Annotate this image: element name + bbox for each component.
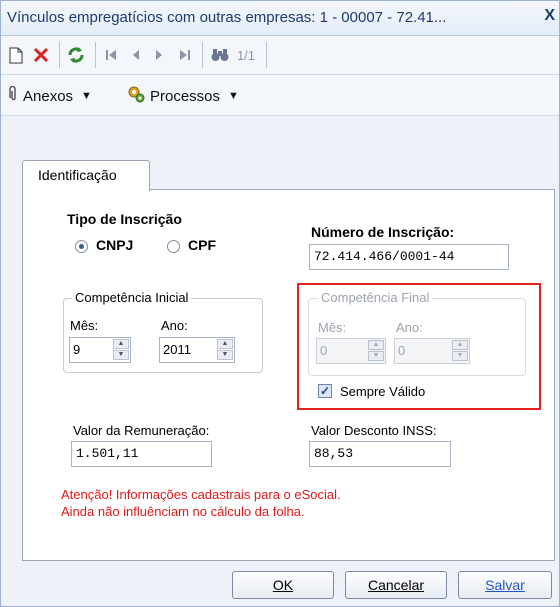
save-button[interactable]: Salvar	[458, 571, 552, 599]
esocial-warning: Atenção! Informações cadastrais para o e…	[61, 486, 341, 520]
close-button[interactable]: X	[544, 7, 555, 25]
warning-line-2: Ainda não influênciam no cálculo da folh…	[61, 504, 305, 519]
tipo-inscricao-title: Tipo de Inscrição	[67, 211, 182, 227]
previous-record-icon[interactable]	[128, 44, 144, 66]
processos-label: Processos	[150, 87, 221, 105]
record-toolbar: 1/1	[1, 36, 559, 75]
valor-desconto-inss-label: Valor Desconto INSS:	[311, 423, 437, 438]
numero-inscricao-field[interactable]: 72.414.466/0001-44	[309, 244, 509, 270]
valor-remuneracao-field[interactable]: 1.501,11	[71, 441, 212, 467]
paperclip-icon	[7, 85, 19, 106]
save-label: Salvar	[485, 577, 525, 593]
spin-up-icon[interactable]: ▲	[113, 339, 129, 349]
toolbar-divider	[266, 42, 267, 68]
cancel-label: Cancelar	[367, 577, 425, 593]
anexos-label: Anexos	[23, 87, 74, 105]
record-counter: 1/1	[236, 47, 256, 63]
ok-button[interactable]: OK	[232, 571, 334, 599]
warning-line-1: Atenção! Informações cadastrais para o e…	[61, 487, 341, 502]
numero-inscricao-label: Número de Inscrição:	[311, 224, 455, 240]
mes-inicial-value: 9	[73, 342, 81, 357]
anexos-menu-button[interactable]: Anexos ▼	[7, 85, 92, 107]
valor-desconto-inss-field[interactable]: 88,53	[309, 441, 451, 467]
first-record-icon[interactable]	[103, 44, 119, 66]
gears-icon	[127, 85, 145, 107]
valor-remuneracao-label: Valor da Remuneração:	[73, 423, 210, 438]
ok-label: OK	[272, 577, 294, 593]
cancel-button[interactable]: Cancelar	[345, 571, 447, 599]
tab-label: Identificação	[38, 167, 117, 183]
mes-inicial-stepper[interactable]: 9 ▲ ▼	[69, 337, 131, 363]
new-document-icon[interactable]	[7, 44, 25, 66]
spin-up-icon[interactable]: ▲	[217, 339, 233, 349]
title-bar: Vínculos empregatícios com outras empres…	[1, 1, 559, 36]
cnpj-radio[interactable]	[75, 240, 88, 253]
ano-inicial-label: Ano:	[161, 318, 188, 333]
toolbar-divider	[95, 42, 96, 68]
toolbar-divider	[202, 42, 203, 68]
highlight-box	[297, 283, 541, 410]
chevron-down-icon: ▼	[228, 90, 239, 102]
spin-down-icon[interactable]: ▼	[113, 350, 129, 360]
cnpj-label: CNPJ	[96, 237, 134, 253]
ano-inicial-stepper[interactable]: 2011 ▲ ▼	[159, 337, 235, 363]
competencia-inicial-title: Competência Inicial	[72, 290, 192, 305]
toolbar-divider	[59, 42, 60, 68]
binoculars-icon[interactable]	[210, 44, 230, 66]
processos-menu-button[interactable]: Processos ▼	[127, 85, 239, 107]
ano-inicial-value: 2011	[163, 342, 191, 357]
cpf-label: CPF	[188, 237, 216, 253]
spin-down-icon[interactable]: ▼	[217, 350, 233, 360]
tab-identificacao[interactable]: Identificação	[22, 160, 150, 191]
cpf-radio[interactable]	[167, 240, 180, 253]
chevron-down-icon: ▼	[81, 90, 92, 102]
delete-icon[interactable]	[30, 44, 52, 66]
mes-inicial-label: Mês:	[70, 318, 99, 333]
next-record-icon[interactable]	[151, 44, 167, 66]
last-record-icon[interactable]	[177, 44, 193, 66]
refresh-icon[interactable]	[65, 44, 87, 66]
action-toolbar: Anexos ▼ Processos ▼	[1, 75, 559, 116]
window-title: Vínculos empregatícios com outras empres…	[7, 9, 447, 26]
